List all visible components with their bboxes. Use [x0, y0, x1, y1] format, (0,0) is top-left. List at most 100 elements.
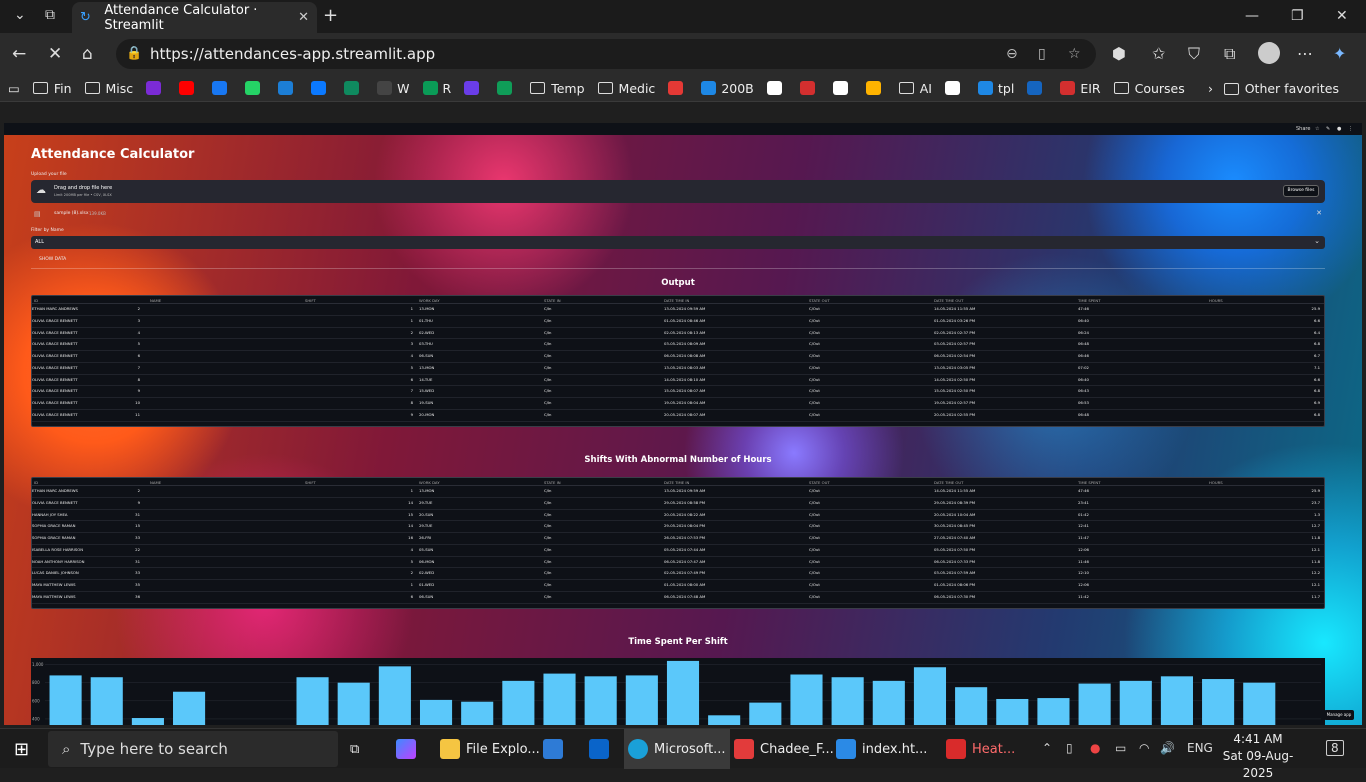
bookmark-item[interactable] [1027, 81, 1047, 95]
outlook-icon[interactable] [589, 729, 615, 769]
volume-icon[interactable]: 🔊 [1160, 741, 1175, 755]
column-header[interactable]: SHIFT [305, 480, 316, 485]
home-icon[interactable]: ⌂ [82, 44, 93, 64]
wifi-icon[interactable]: ◠ [1139, 741, 1149, 755]
table-row[interactable]: 9 OLIVIA GRACE BENNETT 14 29-TUE C/In 29-05-2… [32, 498, 1324, 510]
table-row[interactable]: 3 OLIVIA GRACE BENNETT 1 01-THU C/In 01-05-20… [32, 316, 1324, 328]
taskbar-app-pdf[interactable]: Chadee_F... [734, 729, 834, 769]
bookmark-item[interactable] [278, 81, 298, 95]
file-uploader-dropzone[interactable]: ☁ Drag and drop file here Limit 200MB pe… [31, 180, 1325, 203]
store-icon[interactable] [543, 729, 569, 769]
chart-bar[interactable] [872, 680, 905, 725]
bookmark-item[interactable] [344, 81, 364, 95]
bookmark-item[interactable] [497, 81, 517, 95]
workspaces-icon[interactable]: ⧉ [45, 7, 55, 23]
address-bar[interactable]: 🔒 https://attendances-app.streamlit.app … [116, 39, 1096, 69]
table-row[interactable]: 31 HANNAH JOY SHEA 15 20-SUN C/In 20-05-2024 … [32, 510, 1324, 522]
bookmark-item[interactable] [179, 81, 199, 95]
column-header[interactable]: WORK DAY [419, 480, 440, 485]
bookmark-item[interactable] [832, 81, 853, 95]
manage-app-button[interactable]: Manage app [1324, 710, 1354, 720]
column-header[interactable]: HOURS [1209, 298, 1223, 303]
main-menu-icon[interactable]: ⋮ [1348, 126, 1353, 132]
table-row[interactable]: 4 OLIVIA GRACE BENNETT 2 02-WED C/In 02-05-20… [32, 328, 1324, 340]
task-view-icon[interactable]: ⧉ [350, 729, 359, 769]
back-icon[interactable]: ← [12, 44, 26, 64]
bookmark-item[interactable] [146, 81, 166, 95]
collections-icon[interactable]: ⧉ [1224, 44, 1235, 64]
chart-bar[interactable] [1243, 682, 1276, 725]
column-header[interactable]: NAME [150, 480, 161, 485]
table-row[interactable]: 8 OLIVIA GRACE BENNETT 6 14-TUE C/In 14-05-20… [32, 375, 1324, 387]
chart-bar[interactable] [955, 687, 988, 725]
chart-bar[interactable] [831, 677, 864, 725]
bookmark-item[interactable] [865, 81, 886, 95]
star-icon[interactable]: ☆ [1315, 126, 1319, 132]
column-header[interactable]: DATE TIME OUT [934, 298, 964, 303]
output-table[interactable]: ID NAME SHIFT WORK DAY STATE IN DATE TIME IN S… [31, 295, 1325, 427]
chart-bar[interactable] [461, 701, 494, 725]
share-button[interactable]: Share [1296, 126, 1310, 132]
chart-bar[interactable] [996, 698, 1029, 725]
bookmark-item[interactable] [464, 81, 484, 95]
table-row[interactable]: 33 LUCAS DANIEL JOHNSON 2 02-WED C/In 02-05-2… [32, 568, 1324, 580]
bookmark-item[interactable]: Courses [1113, 81, 1185, 96]
bookmark-item[interactable] [668, 81, 688, 95]
chart-bar[interactable] [790, 674, 823, 725]
table-row[interactable]: 35 MAYA MATTHEW LEWIS 1 01-WED C/In 01-05-202… [32, 580, 1324, 592]
maximize-icon[interactable]: ❐ [1291, 8, 1304, 24]
start-windows-icon[interactable]: ⊞ [14, 729, 29, 769]
favorites-icon[interactable]: ✩ [1152, 44, 1165, 63]
show-data-toggle[interactable]: SHOW DATA [39, 257, 66, 262]
chart-bar[interactable] [1119, 680, 1152, 725]
tray-alert-icon[interactable]: ● [1090, 741, 1100, 755]
time-spent-chart[interactable]: 1,000 800 600 400 [31, 658, 1325, 725]
table-row[interactable]: 7 OLIVIA GRACE BENNETT 5 13-MON C/In 13-05-20… [32, 363, 1324, 375]
filter-name-select[interactable]: ALL ⌄ [31, 236, 1325, 249]
table-row[interactable]: 31 NOAH ANTHONY HARRISON 5 06-MON C/In 06-05-… [32, 557, 1324, 569]
bookmark-item[interactable]: tpl [978, 81, 1014, 96]
bookmark-item[interactable] [245, 81, 265, 95]
column-header[interactable]: SHIFT [305, 298, 316, 303]
bookmark-item[interactable] [945, 81, 965, 95]
chart-bar[interactable] [1160, 676, 1193, 725]
table-row[interactable]: 2 ETHAN MARC ANDREWS 1 13-MON C/In 13-05-2024… [32, 304, 1324, 316]
new-tab-icon[interactable]: + [323, 5, 338, 26]
bookmark-item[interactable]: Medic [597, 81, 655, 96]
chart-bar[interactable] [666, 660, 700, 725]
sidebar-toggle-icon[interactable]: ▭ [8, 81, 20, 96]
tab-list-icon[interactable]: ⌄ [14, 7, 26, 23]
chart-bar[interactable] [131, 718, 164, 725]
taskbar-app-explorer[interactable]: File Explo... [440, 729, 540, 769]
bookmark-item[interactable]: 200B [701, 81, 754, 96]
bookmark-item[interactable]: Fin [32, 81, 72, 96]
bookmarks-overflow-icon[interactable]: › [1208, 81, 1213, 96]
tray-overflow-icon[interactable]: ⌃ [1042, 741, 1052, 755]
taskbar-app-vscode[interactable]: index.ht... [836, 729, 927, 769]
bookmark-item[interactable]: R [422, 81, 451, 96]
chart-bar[interactable] [1202, 679, 1235, 725]
chart-bar[interactable] [49, 675, 82, 725]
table-row[interactable]: 15 SOPHIA GRACE RAMAN 14 29-TUE C/In 29-05-20… [32, 521, 1324, 533]
column-header[interactable]: TIME SPENT [1078, 298, 1101, 303]
bookmark-item[interactable]: W [377, 81, 410, 96]
column-header[interactable]: HOURS [1209, 480, 1223, 485]
chart-bar[interactable] [1037, 698, 1070, 725]
bookmark-item[interactable] [212, 81, 232, 95]
chart-bar[interactable] [913, 667, 947, 725]
github-icon[interactable]: ● [1337, 126, 1341, 132]
chart-bar[interactable] [584, 676, 617, 725]
bookmark-item[interactable]: Misc [84, 81, 133, 96]
taskbar-app-heat[interactable]: Heat... [946, 729, 1015, 769]
extensions-icon[interactable]: ⬢ [1112, 44, 1126, 63]
chart-bar[interactable] [749, 702, 782, 725]
column-header[interactable]: DATE TIME OUT [934, 480, 964, 485]
chart-bar[interactable] [1078, 683, 1111, 725]
column-header[interactable]: NAME [150, 298, 161, 303]
chart-bar[interactable] [502, 680, 535, 725]
column-header[interactable]: DATE TIME IN [664, 298, 689, 303]
taskbar-search[interactable]: ⌕ Type here to search [48, 731, 338, 767]
table-row[interactable]: 10 OLIVIA GRACE BENNETT 8 19-SUN C/In 19-05-2… [32, 398, 1324, 410]
column-header[interactable]: STATE OUT [809, 298, 830, 303]
table-row[interactable]: 9 OLIVIA GRACE BENNETT 7 15-WED C/In 15-05-20… [32, 386, 1324, 398]
